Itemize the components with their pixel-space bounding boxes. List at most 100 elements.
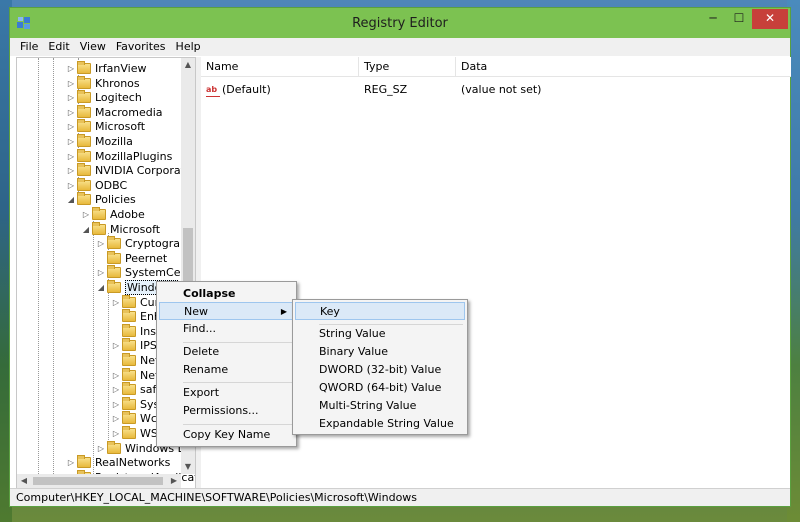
- tree-node[interactable]: ◢ Policies: [65, 192, 136, 207]
- expand-toggle-icon[interactable]: ▷: [65, 178, 77, 193]
- menu-item-new-label: New: [184, 305, 208, 318]
- window-title: Registry Editor: [352, 16, 448, 31]
- menu-item-export[interactable]: Export: [159, 384, 294, 402]
- expand-toggle-icon[interactable]: ▷: [95, 265, 107, 280]
- folder-icon: [77, 75, 91, 89]
- menu-edit[interactable]: Edit: [43, 38, 74, 55]
- value-type: REG_SZ: [364, 83, 408, 96]
- status-bar: Computer\HKEY_LOCAL_MACHINE\SOFTWARE\Pol…: [10, 488, 790, 506]
- expand-toggle-icon[interactable]: ▷: [110, 368, 122, 383]
- tree-node-label: Microsoft: [95, 120, 146, 134]
- menu-file[interactable]: File: [15, 38, 43, 55]
- menu-item-new[interactable]: New ▶: [159, 302, 294, 320]
- tree-node[interactable]: ▷ Khronos: [65, 75, 140, 91]
- folder-icon: [107, 440, 121, 454]
- folder-icon: [77, 90, 91, 104]
- expand-toggle-icon[interactable]: ▷: [65, 134, 77, 149]
- column-header-name[interactable]: Name: [201, 57, 359, 77]
- expand-toggle-icon[interactable]: ▷: [65, 119, 77, 134]
- submenu-item-multi-string-value[interactable]: Multi-String Value: [295, 397, 465, 415]
- close-button[interactable]: ✕: [752, 9, 788, 29]
- expand-toggle-icon[interactable]: ▷: [110, 426, 122, 441]
- tree-node[interactable]: Peernet: [95, 250, 168, 266]
- context-menu: Collapse New ▶ Find... Delete Rename Expo…: [156, 281, 297, 447]
- expand-toggle-icon[interactable]: ◢: [80, 222, 92, 237]
- tree-node[interactable]: ▷ Adobe: [80, 207, 145, 222]
- expand-toggle-icon[interactable]: ▷: [65, 105, 77, 120]
- tree-node[interactable]: ▷ IrfanView: [65, 61, 146, 76]
- scroll-left-arrow-icon[interactable]: ◀: [17, 474, 31, 488]
- tree-guide-line: [93, 218, 94, 478]
- tree-node[interactable]: ◢ Microsoft: [80, 221, 160, 237]
- folder-icon: [77, 148, 91, 162]
- column-header-type[interactable]: Type: [359, 57, 456, 77]
- tree-node[interactable]: ▷ MozillaPlugins: [65, 148, 173, 164]
- expand-toggle-icon[interactable]: ▷: [110, 338, 122, 353]
- tree-node-label: ODBC: [95, 178, 128, 192]
- menu-item-copy-key-name[interactable]: Copy Key Name: [159, 426, 294, 444]
- menu-item-delete[interactable]: Delete: [159, 343, 294, 361]
- expand-toggle-icon[interactable]: ▷: [110, 411, 122, 426]
- tree-node[interactable]: ▷ Mozilla: [65, 134, 133, 149]
- submenu-item-expandable-string-value[interactable]: Expandable String Value: [295, 415, 465, 433]
- menu-item-find[interactable]: Find...: [159, 320, 294, 338]
- menu-favorites[interactable]: Favorites: [111, 38, 171, 55]
- folder-icon: [122, 294, 136, 308]
- tree-horizontal-scrollbar[interactable]: ◀ ▶: [17, 474, 181, 488]
- tree-node[interactable]: ▷ Logitech: [65, 90, 142, 105]
- menu-item-rename[interactable]: Rename: [159, 361, 294, 379]
- folder-icon: [122, 323, 136, 337]
- folder-icon: [77, 119, 91, 133]
- tree-node[interactable]: ▷ NVIDIA Corporation: [65, 163, 195, 178]
- hscroll-thumb[interactable]: [33, 477, 163, 485]
- string-value-icon: ab: [206, 84, 220, 97]
- menu-item-permissions[interactable]: Permissions...: [159, 402, 294, 420]
- folder-icon: [107, 236, 121, 250]
- expand-toggle-icon[interactable]: ▷: [110, 397, 122, 412]
- scroll-right-arrow-icon[interactable]: ▶: [167, 474, 181, 488]
- folder-icon: [122, 309, 136, 323]
- minimize-button[interactable]: ─: [700, 9, 726, 29]
- folder-icon: [77, 61, 91, 74]
- expand-toggle-icon[interactable]: ▷: [65, 90, 77, 105]
- tree-node-label: Adobe: [110, 208, 145, 221]
- tree-node-label: Peernet: [125, 251, 168, 265]
- expand-toggle-icon[interactable]: ◢: [95, 280, 107, 295]
- expand-toggle-icon[interactable]: ▷: [95, 441, 107, 456]
- folder-icon: [122, 411, 136, 425]
- expand-toggle-icon[interactable]: ▷: [65, 455, 77, 470]
- expand-toggle-icon[interactable]: ▷: [65, 163, 77, 178]
- expand-toggle-icon[interactable]: ▷: [65, 76, 77, 91]
- submenu-item-key[interactable]: Key: [295, 302, 465, 320]
- menu-help[interactable]: Help: [171, 38, 206, 55]
- scroll-down-arrow-icon[interactable]: ▼: [181, 460, 195, 474]
- column-header-data[interactable]: Data: [456, 57, 791, 77]
- folder-icon: [107, 280, 121, 293]
- maximize-button[interactable]: ☐: [726, 9, 752, 29]
- expand-toggle-icon[interactable]: ▷: [65, 149, 77, 164]
- folder-icon: [122, 338, 136, 352]
- submenu-item-dword-value[interactable]: DWORD (32-bit) Value: [295, 361, 465, 379]
- menu-item-collapse[interactable]: Collapse: [159, 285, 294, 303]
- expand-toggle-icon[interactable]: ▷: [95, 236, 107, 251]
- expand-toggle-icon[interactable]: ▷: [65, 61, 77, 76]
- menu-view[interactable]: View: [75, 38, 111, 55]
- submenu-item-qword-value[interactable]: QWORD (64-bit) Value: [295, 379, 465, 397]
- tree-node[interactable]: ▷ Microsoft: [65, 119, 145, 134]
- tree-node[interactable]: ▷ Macromedia: [65, 104, 163, 120]
- expand-toggle-icon[interactable]: ▷: [110, 382, 122, 397]
- tree-node[interactable]: ▷ ODBC: [65, 177, 128, 193]
- expand-toggle-icon[interactable]: ◢: [65, 192, 77, 207]
- expand-toggle-icon[interactable]: ▷: [80, 207, 92, 222]
- submenu-item-binary-value[interactable]: Binary Value: [295, 343, 465, 361]
- scroll-up-arrow-icon[interactable]: ▲: [181, 58, 195, 72]
- tree-node[interactable]: ▷ RealNetworks: [65, 455, 170, 470]
- value-row-name[interactable]: ab (Default): [206, 82, 271, 98]
- submenu-item-string-value[interactable]: String Value: [295, 325, 465, 343]
- tree-node-label: Mozilla: [95, 135, 133, 148]
- expand-toggle-icon[interactable]: ▷: [110, 295, 122, 310]
- title-bar[interactable]: Registry Editor ─ ☐ ✕: [10, 8, 790, 38]
- tree-node-label: MozillaPlugins: [95, 149, 173, 163]
- menu-separator: [183, 382, 292, 383]
- folder-icon: [77, 192, 91, 206]
